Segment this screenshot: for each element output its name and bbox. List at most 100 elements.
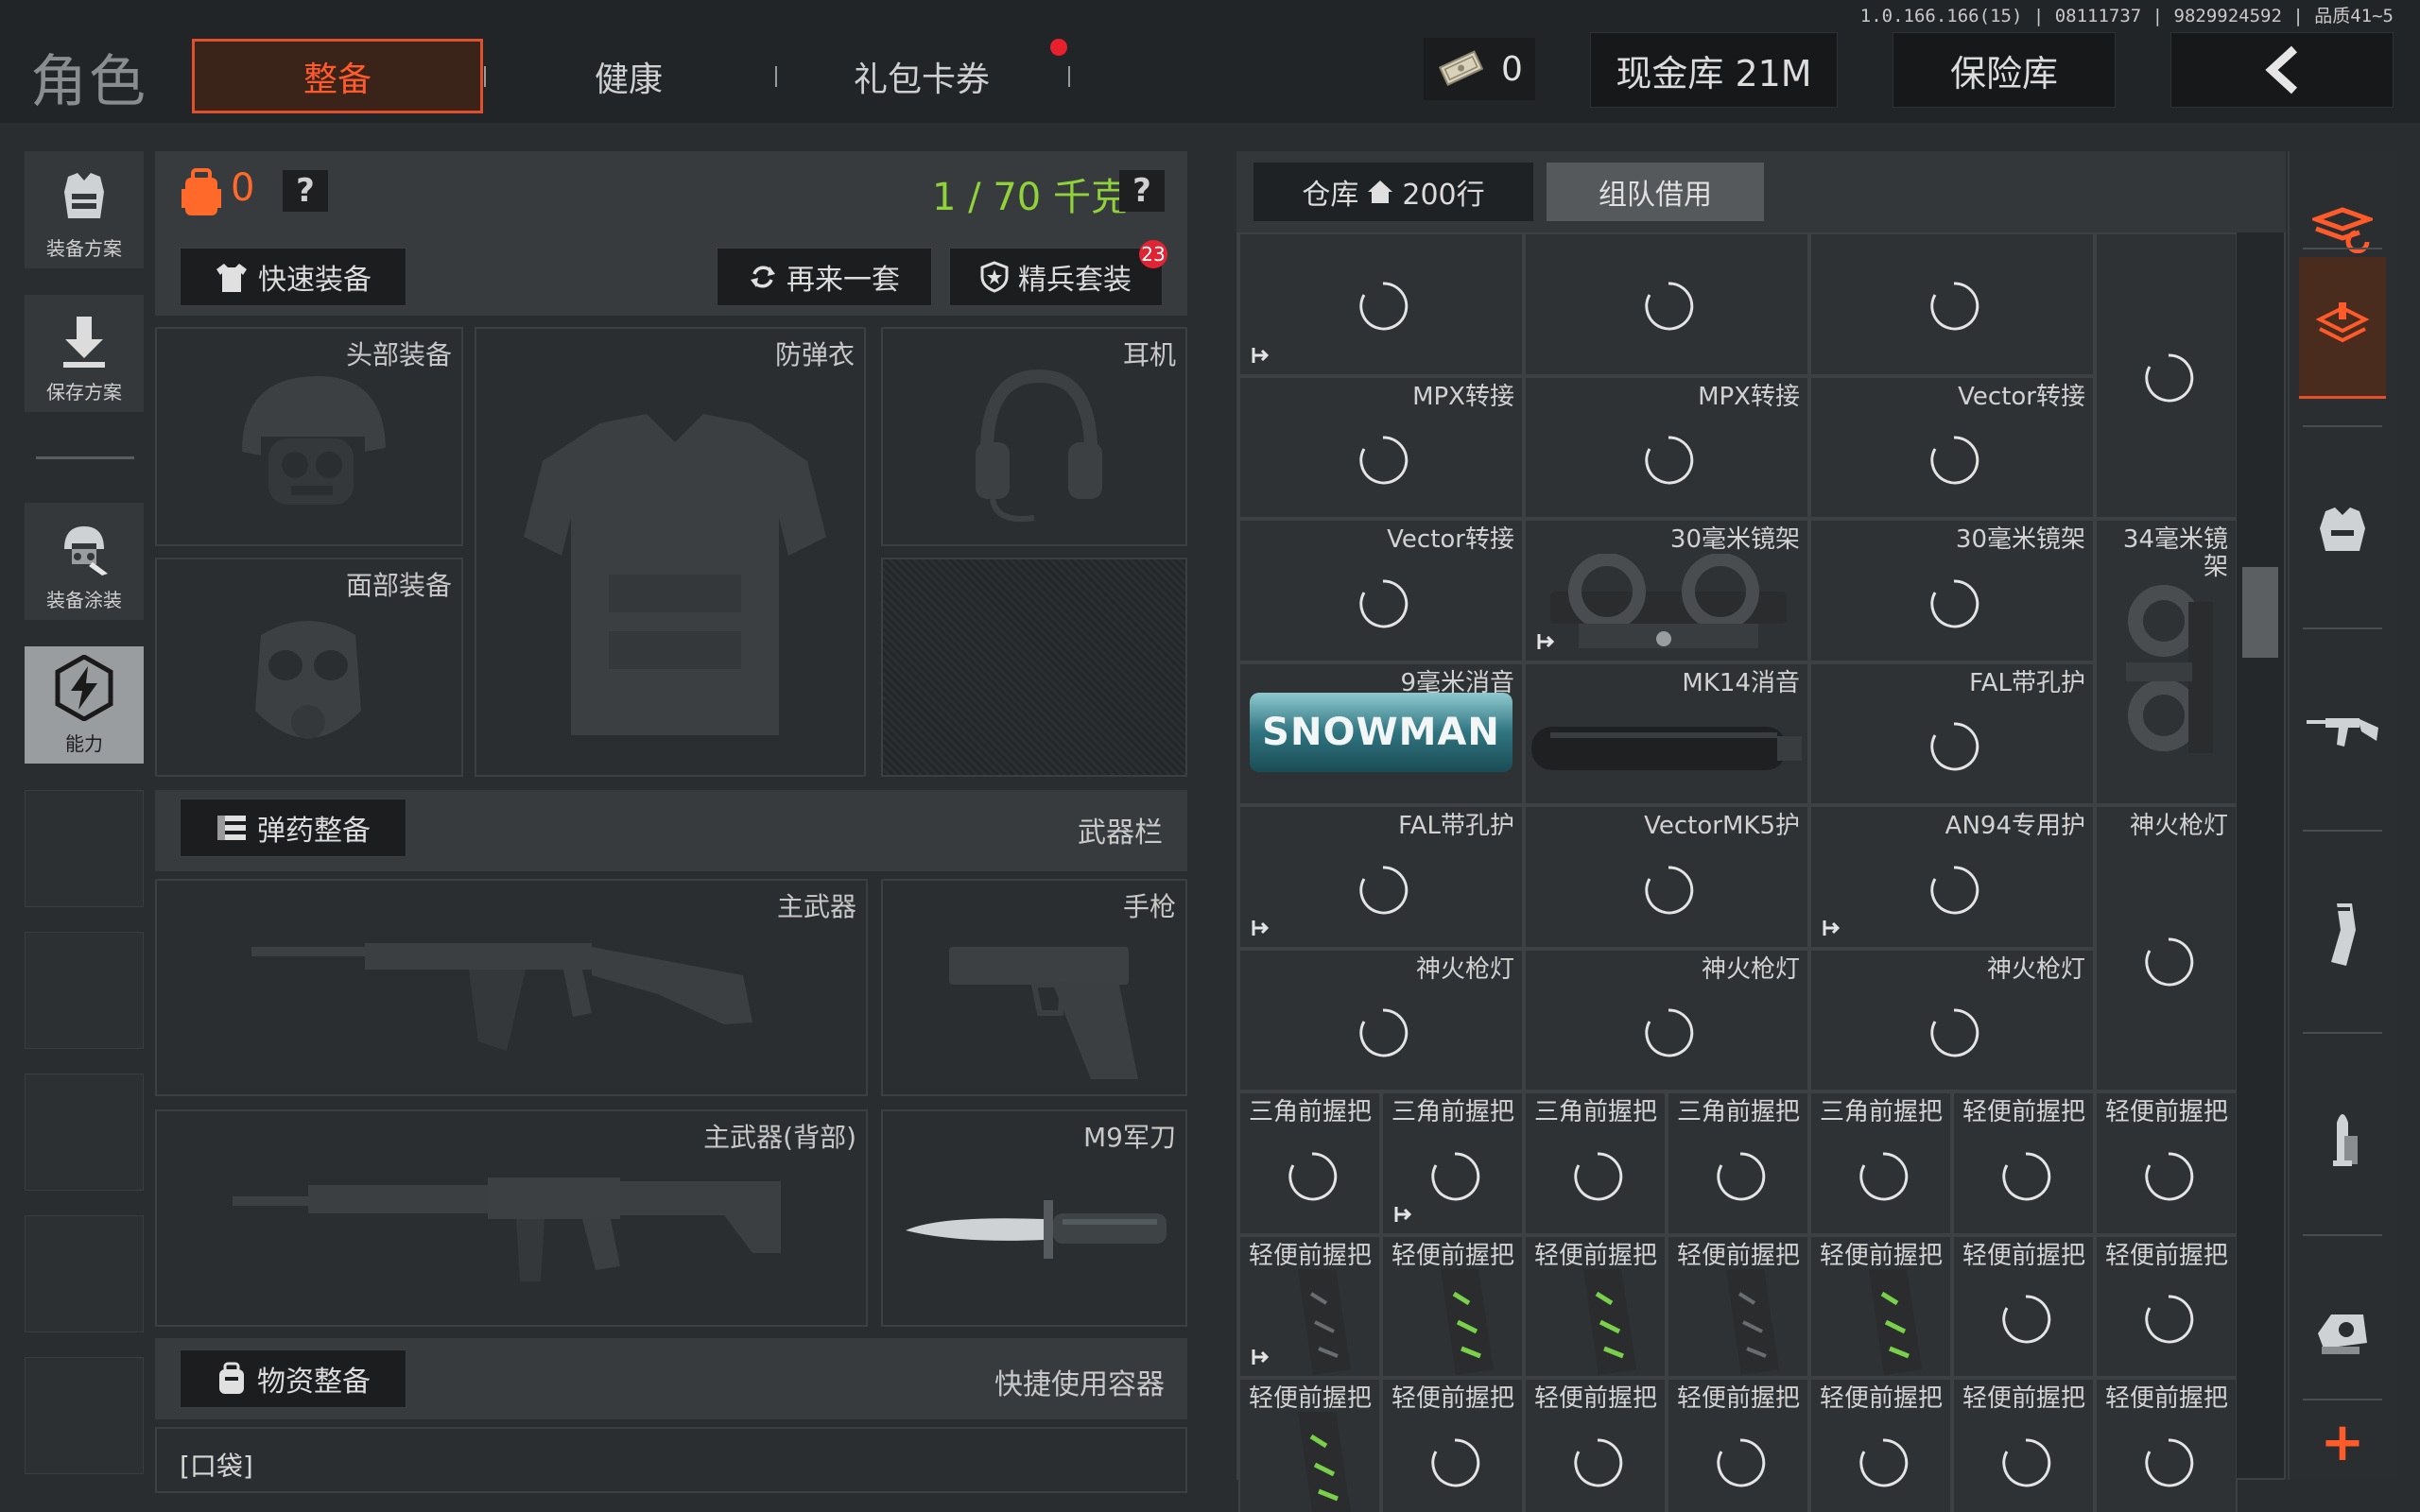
back-button[interactable] bbox=[2170, 32, 2394, 108]
supply-prep-button[interactable]: 物资整备 bbox=[180, 1349, 406, 1408]
item-label: AN94专用护 bbox=[1945, 812, 2085, 840]
warehouse-item[interactable]: 轻便前握把 bbox=[1809, 1378, 1952, 1512]
warehouse-item[interactable]: 30毫米镜架 bbox=[1524, 519, 1809, 662]
item-label: 轻便前握把 bbox=[2104, 1384, 2228, 1413]
weight-help-button[interactable]: ? bbox=[1119, 170, 1165, 212]
warehouse-scrollbar[interactable] bbox=[2237, 232, 2284, 1478]
ability-button[interactable]: 能力 bbox=[25, 646, 144, 764]
warehouse-item[interactable]: 神火枪灯 bbox=[2095, 805, 2238, 1091]
warehouse-item[interactable] bbox=[1809, 232, 2095, 376]
category-layers-active[interactable] bbox=[2299, 257, 2386, 399]
item-label: 轻便前握把 bbox=[2104, 1241, 2228, 1270]
headset-slot[interactable]: 耳机 bbox=[881, 327, 1187, 546]
back-weapon-slot[interactable]: 主武器(背部) bbox=[155, 1109, 868, 1327]
warehouse-item[interactable]: 轻便前握把 bbox=[2095, 1378, 2238, 1512]
warehouse-item[interactable]: 轻便前握把 bbox=[1952, 1378, 2095, 1512]
warehouse-item[interactable] bbox=[1524, 232, 1809, 376]
warehouse-item[interactable]: 轻便前握把 bbox=[1667, 1378, 1809, 1512]
scrollbar-thumb[interactable] bbox=[2242, 567, 2278, 658]
warehouse-item[interactable]: MPX转接 bbox=[1524, 375, 1809, 519]
version-text: 1.0.166.166(15) | 08111737 | 9829924592 … bbox=[1859, 6, 2394, 26]
category-separator bbox=[2303, 1399, 2382, 1400]
team-borrow-tab[interactable]: 组队借用 bbox=[1547, 163, 1764, 221]
coin-counter[interactable]: 0 bbox=[1424, 38, 1535, 100]
warehouse-item[interactable]: FAL带孔护 bbox=[1238, 805, 1524, 949]
warehouse-item[interactable]: 轻便前握把 bbox=[1524, 1234, 1667, 1378]
storage-stack-icon bbox=[2312, 207, 2373, 253]
warehouse-item[interactable]: MK14消音 bbox=[1524, 662, 1809, 805]
category-separator bbox=[2303, 1032, 2382, 1034]
warehouse-item[interactable] bbox=[2095, 232, 2238, 519]
warehouse-item[interactable]: 轻便前握把 bbox=[1809, 1234, 1952, 1378]
warehouse-item[interactable]: MPX转接 bbox=[1238, 375, 1524, 519]
body-armor-slot[interactable]: 防弹衣 bbox=[475, 327, 866, 777]
warehouse-item[interactable]: 轻便前握把 bbox=[2095, 1091, 2238, 1235]
snowman-suppressor-image: SNOWMAN bbox=[1250, 692, 1512, 772]
head-gear-slot[interactable]: 头部装备 bbox=[155, 327, 463, 546]
warehouse-item[interactable]: FAL带孔护 bbox=[1809, 662, 2095, 805]
warehouse-item[interactable]: Vector转接 bbox=[1238, 519, 1524, 662]
warehouse-item[interactable]: Vector转接 bbox=[1809, 375, 2095, 519]
category-sight[interactable] bbox=[2299, 1261, 2386, 1402]
warehouse-item[interactable]: 三角前握把 bbox=[1238, 1091, 1381, 1235]
warehouse-item[interactable]: 轻便前握把 bbox=[1238, 1378, 1381, 1512]
warehouse-item[interactable]: 轻便前握把 bbox=[1952, 1091, 2095, 1235]
warehouse-tab[interactable]: 仓库 200行 bbox=[1253, 163, 1533, 221]
item-label: 神火枪灯 bbox=[1415, 954, 1514, 984]
category-armor[interactable] bbox=[2299, 459, 2386, 601]
loading-spinner-icon bbox=[1428, 1436, 1481, 1489]
quick-equip-button[interactable]: 快速装备 bbox=[180, 248, 406, 306]
mount34-image bbox=[2107, 583, 2230, 776]
category-rifle[interactable] bbox=[2299, 662, 2386, 803]
knife-icon bbox=[906, 1200, 1167, 1259]
ammo-prep-button[interactable]: 弹药整备 bbox=[180, 799, 406, 857]
warehouse-item[interactable]: 三角前握把 bbox=[1524, 1091, 1667, 1235]
warehouse-item[interactable]: 神火枪灯 bbox=[1524, 948, 1809, 1091]
primary-weapon-slot[interactable]: 主武器 bbox=[155, 879, 868, 1096]
warehouse-item[interactable]: 神火枪灯 bbox=[1809, 948, 2095, 1091]
sidebar-item-label: 装备涂装 bbox=[46, 589, 122, 611]
item-label: MPX转接 bbox=[1698, 382, 1800, 411]
warehouse-item[interactable]: 轻便前握把 bbox=[1952, 1234, 2095, 1378]
help-button[interactable]: ? bbox=[283, 170, 328, 212]
pistol-slot[interactable]: 手枪 bbox=[881, 879, 1187, 1096]
knife-slot[interactable]: M9军刀 bbox=[881, 1109, 1187, 1327]
sidebar-item-label: 保存方案 bbox=[46, 381, 122, 404]
pocket-area[interactable] bbox=[155, 1427, 1187, 1493]
warehouse-item[interactable] bbox=[1238, 232, 1524, 376]
category-ammo[interactable] bbox=[2299, 1066, 2386, 1208]
warehouse-item[interactable]: 轻便前握把 bbox=[1381, 1234, 1524, 1378]
tab-gift-vouchers[interactable]: 礼包卡券 bbox=[804, 40, 1040, 113]
warehouse-item[interactable]: 轻便前握把 bbox=[2095, 1234, 2238, 1378]
warehouse-item[interactable]: SNOWMAN 9毫米消音 bbox=[1238, 662, 1524, 805]
warehouse-rows: 200行 bbox=[1402, 179, 1485, 212]
elite-kit-button[interactable]: 精兵套装 bbox=[949, 248, 1163, 306]
warehouse-item[interactable]: 轻便前握把 bbox=[1238, 1234, 1381, 1378]
shirt-icon bbox=[216, 264, 247, 292]
tab-health[interactable]: 健康 bbox=[510, 40, 747, 113]
warehouse-item[interactable]: 三角前握把 bbox=[1809, 1091, 1952, 1235]
warehouse-item[interactable]: 轻便前握把 bbox=[1524, 1378, 1667, 1512]
equipment-skin-button[interactable]: 装备涂装 bbox=[25, 503, 144, 620]
warehouse-item[interactable]: 神火枪灯 bbox=[1238, 948, 1524, 1091]
warehouse-item[interactable]: 34毫米镜 架 bbox=[2095, 519, 2238, 805]
face-gear-slot[interactable]: 面部装备 bbox=[155, 558, 463, 777]
cash-vault-button[interactable]: 现金库 21M bbox=[1590, 32, 1838, 108]
save-plan-button[interactable]: 保存方案 bbox=[25, 295, 144, 412]
warehouse-item[interactable]: 三角前握把 bbox=[1667, 1091, 1809, 1235]
warehouse-item[interactable]: 轻便前握把 bbox=[1667, 1234, 1809, 1378]
warehouse-item[interactable]: AN94专用护 bbox=[1809, 805, 2095, 949]
tab-separator bbox=[1068, 66, 1070, 87]
warehouse-item[interactable]: 轻便前握把 bbox=[1381, 1378, 1524, 1512]
equipment-plan-button[interactable]: 装备方案 bbox=[25, 151, 144, 268]
equip-again-button[interactable]: 再来一套 bbox=[717, 248, 932, 306]
safe-box-button[interactable]: 保险库 bbox=[1893, 32, 2116, 108]
loading-spinner-icon bbox=[1428, 1150, 1481, 1203]
warehouse-item[interactable]: 30毫米镜架 bbox=[1809, 519, 2095, 662]
item-label: 轻便前握把 bbox=[1533, 1241, 1657, 1270]
tab-gear[interactable]: 整备 bbox=[192, 39, 483, 113]
warehouse-item[interactable]: VectorMK5护 bbox=[1524, 805, 1809, 949]
category-magazine[interactable] bbox=[2299, 864, 2386, 1005]
add-category-button[interactable]: + bbox=[2299, 1408, 2386, 1476]
warehouse-item[interactable]: 三角前握把 bbox=[1381, 1091, 1524, 1235]
